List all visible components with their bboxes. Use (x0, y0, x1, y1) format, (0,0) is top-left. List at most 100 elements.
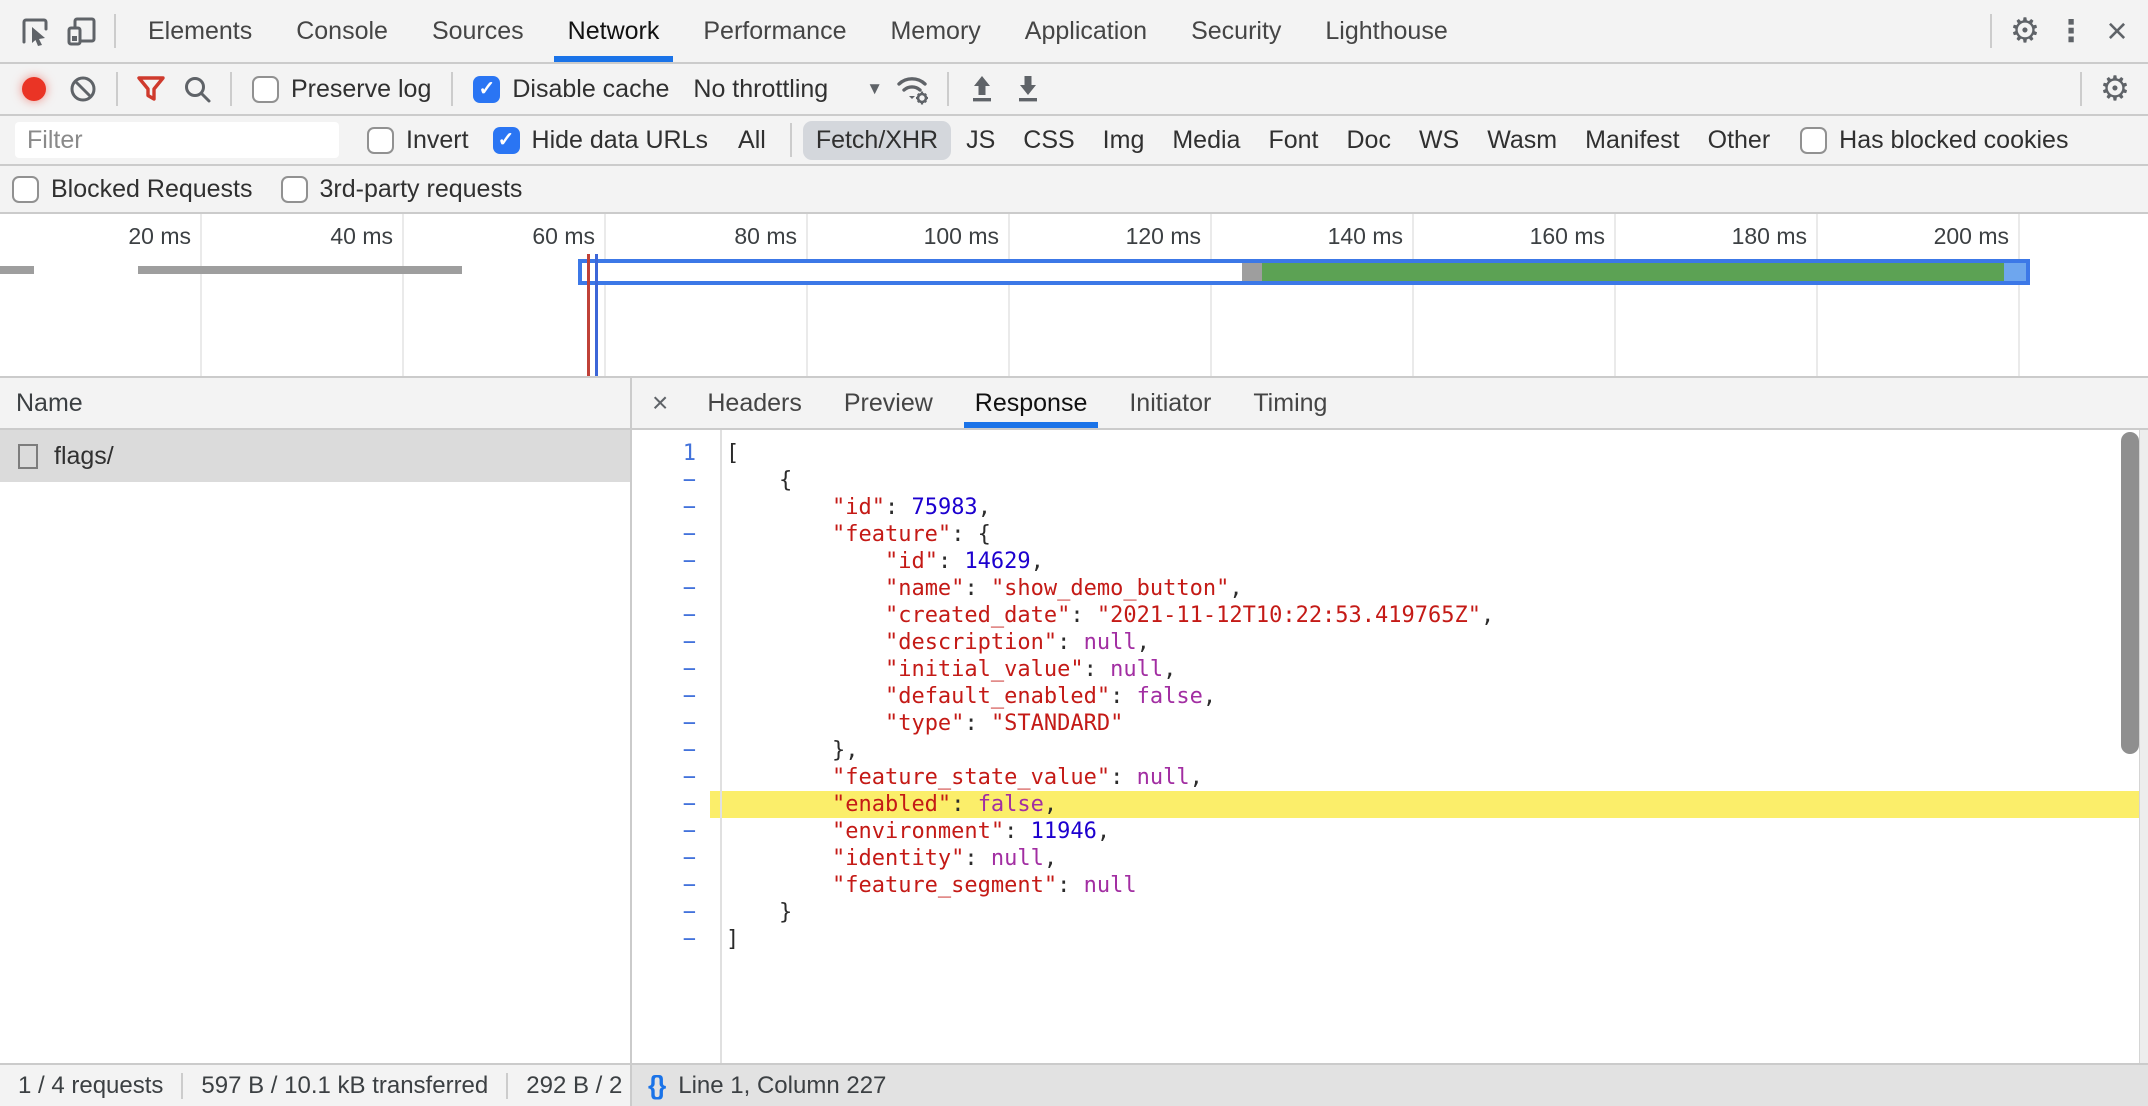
search-icon[interactable] (174, 66, 220, 112)
settings-gear-icon[interactable]: ⚙ (2002, 8, 2048, 54)
details-tab-bar: × HeadersPreviewResponseInitiatorTiming (632, 378, 2148, 430)
preserve-log-checkbox[interactable]: Preserve log (252, 75, 431, 104)
status-bar: 1 / 4 requests597 B / 10.1 kB transferre… (0, 1063, 2148, 1106)
tab-memory[interactable]: Memory (868, 0, 1002, 62)
more-options-icon[interactable]: ⋮ (2048, 8, 2094, 54)
filter-type-other[interactable]: Other (1695, 121, 1784, 160)
tab-network[interactable]: Network (546, 0, 682, 62)
details-tab-timing[interactable]: Timing (1232, 378, 1348, 428)
details-tab-headers[interactable]: Headers (686, 378, 823, 428)
status-item: 597 B / 10.1 kB transferred (183, 1072, 506, 1100)
divider (116, 72, 118, 106)
import-har-icon[interactable] (959, 66, 1005, 112)
throttling-value: No throttling (693, 75, 828, 104)
name-column-header[interactable]: Name (0, 378, 630, 430)
invert-checkbox-box (367, 127, 394, 154)
toggle-device-toolbar-icon[interactable] (58, 8, 104, 54)
divider (1990, 14, 1992, 48)
pretty-print-icon[interactable]: {} (632, 1070, 678, 1101)
response-code-area: 1[− {− "id": 75983,− "feature": {− "id":… (632, 430, 2148, 1063)
status-summary: 1 / 4 requests597 B / 10.1 kB transferre… (0, 1065, 632, 1106)
third-party-requests-checkbox[interactable]: 3rd-party requests (281, 175, 523, 204)
network-settings-gear-icon[interactable]: ⚙ (2092, 66, 2138, 112)
timeline-gridline (402, 214, 404, 376)
network-overview-timeline[interactable]: 20 ms40 ms60 ms80 ms100 ms120 ms140 ms16… (0, 214, 2148, 378)
tab-console[interactable]: Console (274, 0, 410, 62)
line-gutter-marker: − (632, 602, 710, 629)
line-gutter-marker: − (632, 845, 710, 872)
details-tab-initiator[interactable]: Initiator (1108, 378, 1232, 428)
timeline-tick-label: 40 ms (233, 223, 393, 250)
disable-cache-checkbox[interactable]: Disable cache (473, 75, 669, 104)
timeline-gridline (200, 214, 202, 376)
divider (790, 123, 792, 157)
close-details-icon[interactable]: × (632, 387, 686, 419)
scrollbar-gutter (2139, 430, 2148, 1063)
tab-lighthouse[interactable]: Lighthouse (1303, 0, 1469, 62)
scrollbar-thumb[interactable] (2121, 432, 2139, 754)
filter-type-img[interactable]: Img (1090, 121, 1158, 160)
filter-type-css[interactable]: CSS (1010, 121, 1087, 160)
filter-type-manifest[interactable]: Manifest (1572, 121, 1692, 160)
tab-sources[interactable]: Sources (410, 0, 546, 62)
panel-tabs: ElementsConsoleSourcesNetworkPerformance… (126, 0, 1470, 62)
divider (230, 72, 232, 106)
network-toolbar: Preserve log Disable cache No throttling… (0, 64, 2148, 116)
tab-elements[interactable]: Elements (126, 0, 274, 62)
tab-performance[interactable]: Performance (681, 0, 868, 62)
filter-type-ws[interactable]: WS (1406, 121, 1472, 160)
timeline-tick-label: 200 ms (1849, 223, 2009, 250)
code-line: − { (632, 467, 2148, 494)
line-gutter-marker: − (632, 521, 710, 548)
filter-type-font[interactable]: Font (1255, 121, 1331, 160)
details-tab-preview[interactable]: Preview (823, 378, 954, 428)
close-devtools-icon[interactable]: × (2094, 8, 2140, 54)
filter-type-js[interactable]: JS (953, 121, 1008, 160)
line-gutter-marker: − (632, 764, 710, 791)
code-text: "feature": { (710, 521, 2148, 548)
status-item: 1 / 4 requests (0, 1072, 181, 1100)
has-blocked-cookies-label: Has blocked cookies (1839, 126, 2068, 155)
line-gutter-marker: − (632, 467, 710, 494)
gutter-divider (720, 430, 722, 1063)
filter-type-doc[interactable]: Doc (1333, 121, 1403, 160)
code-line: − "id": 75983, (632, 494, 2148, 521)
filter-input[interactable] (15, 122, 339, 158)
invert-checkbox[interactable]: Invert (367, 126, 469, 155)
line-gutter-marker: − (632, 629, 710, 656)
resource-type-filters: All Fetch/XHRJSCSSImgMediaFontDocWSWasmMa… (724, 121, 1784, 160)
disable-cache-label: Disable cache (512, 75, 669, 104)
tab-application[interactable]: Application (1003, 0, 1169, 62)
code-line: − "initial_value": null, (632, 656, 2148, 683)
code-line: − "created_date": "2021-11-12T10:22:53.4… (632, 602, 2148, 629)
source-status-bar: {} Line 1, Column 227 (632, 1065, 2148, 1106)
code-text: "feature_state_value": null, (710, 764, 2148, 791)
timeline-gridline (1816, 214, 1818, 376)
filter-type-all[interactable]: All (725, 121, 779, 160)
clear-network-log-icon[interactable] (60, 66, 106, 112)
blocked-requests-checkbox[interactable]: Blocked Requests (12, 175, 253, 204)
code-text: { (710, 467, 2148, 494)
filter-funnel-icon[interactable] (128, 66, 174, 112)
filter-type-wasm[interactable]: Wasm (1474, 121, 1570, 160)
code-text: "name": "show_demo_button", (710, 575, 2148, 602)
filter-type-media[interactable]: Media (1159, 121, 1253, 160)
record-network-log-button[interactable] (22, 77, 46, 101)
blocked-requests-label: Blocked Requests (51, 175, 253, 204)
export-har-icon[interactable] (1005, 66, 1051, 112)
code-line: − "environment": 11946, (632, 818, 2148, 845)
waterfall-download-segment (1262, 263, 2004, 281)
inspect-element-icon[interactable] (12, 8, 58, 54)
network-conditions-icon[interactable] (891, 66, 937, 112)
timeline-tick-label: 60 ms (435, 223, 595, 250)
details-tab-response[interactable]: Response (954, 378, 1109, 428)
tab-security[interactable]: Security (1169, 0, 1303, 62)
has-blocked-cookies-checkbox[interactable]: Has blocked cookies (1800, 126, 2068, 155)
request-row-flags[interactable]: flags/ (0, 430, 630, 482)
code-text: "feature_segment": null (710, 872, 2148, 899)
filter-type-fetchxhr[interactable]: Fetch/XHR (803, 121, 951, 160)
throttling-dropdown[interactable]: No throttling ▼ (693, 75, 883, 104)
hide-data-urls-checkbox[interactable]: Hide data URLs (493, 126, 708, 155)
timeline-tick-label: 100 ms (839, 223, 999, 250)
line-gutter-marker: − (632, 872, 710, 899)
